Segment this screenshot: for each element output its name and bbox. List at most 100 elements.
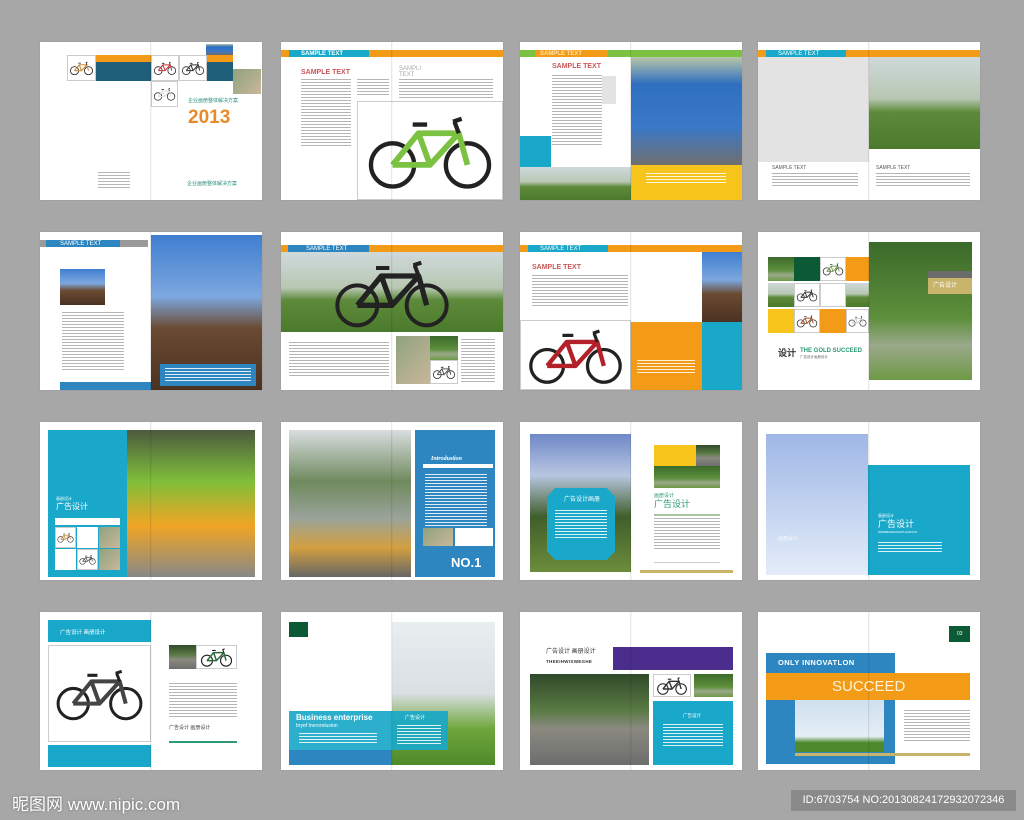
title-cn: 设计 — [778, 348, 797, 358]
intro-heading: Introdustion — [431, 456, 463, 462]
deer-photo — [233, 69, 261, 94]
white-box — [455, 528, 493, 546]
gray-box — [602, 76, 616, 104]
label-box: 广告设计 — [928, 278, 972, 294]
title-en: THE GOLD SUCCEED — [800, 348, 863, 354]
body-text — [289, 342, 389, 378]
white-bar — [55, 518, 120, 525]
business-subtitle: bryef Ineroreluston — [296, 723, 338, 729]
spread-succeed: 03 ONLY INNOVATLON SUCCEED — [758, 612, 980, 770]
heading: SAMPLE TEXT — [301, 69, 351, 76]
spread-sky: 画册设计 画册设计 广告设计 WENBENWAISHITUANXIAN — [758, 422, 980, 580]
orange-block — [631, 322, 702, 390]
small-title: 画册设计 — [56, 496, 72, 501]
label: 广告设计 — [683, 713, 701, 718]
photo — [55, 527, 76, 548]
bicycle-icon — [153, 88, 176, 101]
body-text — [357, 79, 389, 95]
tan-bar — [640, 570, 733, 573]
blue-caption-box — [160, 364, 256, 386]
body-text — [399, 79, 493, 99]
yellow-block — [654, 445, 696, 466]
bike-rack-street-photo — [289, 430, 411, 577]
tab: SAMPLE TEXT — [535, 50, 608, 57]
girl-bike-photo — [795, 700, 884, 752]
body-text — [397, 725, 441, 745]
woman-folding-bike-photo — [530, 674, 649, 765]
blue-panel: Introdustion NO.1 — [415, 430, 495, 577]
photo — [846, 283, 869, 307]
blue-bar — [60, 382, 151, 390]
label: 广告设计 — [405, 715, 426, 721]
woman-cycling-photo — [869, 57, 980, 149]
body-text — [646, 173, 726, 185]
bmx-photo — [702, 252, 742, 322]
orange-band: SUCCEED — [766, 673, 970, 700]
spread-bikes-grass: SAMPLE TEXT — [281, 232, 503, 390]
cyan-footer — [48, 745, 151, 767]
white-bar — [423, 464, 493, 468]
spread-countryside: SAMPLE TEXT SAMPLE TEXT SAMPLE TEXT — [758, 42, 980, 200]
spread-folding-bike: SAMPLE TEXT SAMPLE TEXT SAMPLI TEXT — [281, 42, 503, 200]
bicycle-icon — [368, 116, 492, 189]
site-watermark: 昵图网 www.nipic.com — [12, 795, 181, 814]
subtitle: WENBENWAISHITUANXIAN — [878, 530, 917, 534]
gray-label-bar — [928, 271, 972, 278]
tan-bar — [795, 753, 970, 756]
succeed-headline: SUCCEED — [832, 678, 906, 695]
title: 广告设计 画册设计 — [546, 649, 596, 655]
bicycle-icon — [57, 533, 74, 543]
green-line — [169, 741, 237, 743]
body-text — [876, 173, 970, 187]
yellow-cell — [768, 309, 794, 333]
spread-cover: 企业画册整体解决方案 2013 企业画册整体解决方案 — [40, 42, 262, 200]
photo — [196, 645, 237, 669]
bicycle-icon — [79, 555, 96, 565]
tab-label: SAMPLE TEXT — [540, 246, 582, 252]
tab: SAMPLE TEXT — [766, 50, 846, 57]
cyan-band: Business enterprise bryef Ineroreluston … — [289, 711, 448, 750]
caption: 广告设计 画册设计 — [169, 725, 211, 731]
white-bike-photo — [151, 81, 178, 107]
bicycle-icon — [153, 61, 177, 75]
body-text — [555, 510, 607, 538]
bicycle-icon — [657, 677, 687, 695]
label-text: 广告设计 — [933, 283, 958, 289]
photo — [99, 527, 120, 548]
bike-rack-photo — [127, 430, 255, 577]
cyan-panel: 画册设计 广告设计 WENBENWAISHITUANXIAN — [868, 465, 970, 575]
spread-city-ride: 广告设计 画册设计 THEEIHWISWEGHE 广告设计 — [520, 612, 742, 770]
title: 广告设计 — [878, 519, 915, 529]
green-square — [289, 622, 308, 637]
photo — [653, 674, 691, 697]
bicycle-icon — [432, 365, 456, 379]
spread-business: Business enterprise bryef Ineroreluston … — [281, 612, 503, 770]
title: 广告设计 — [654, 499, 691, 509]
teal-band — [207, 62, 233, 81]
photo — [846, 309, 869, 333]
image-id-label: ID:6703754 NO:20130824172932072346 — [791, 790, 1016, 811]
page-number-label: NO.1 — [451, 555, 482, 570]
subtitle-cn: 广告设计画册设计 — [800, 355, 828, 359]
cyan-panel: 画册设计 广告设计 — [48, 430, 127, 577]
innovation-title: ONLY INNOVATLON — [778, 658, 855, 667]
blue-band — [289, 750, 392, 765]
body-text — [425, 474, 487, 526]
red-bike-photo — [151, 55, 179, 81]
photo — [820, 257, 846, 281]
caption-left: SAMPLE TEXT — [772, 165, 807, 171]
heading-right: SAMPLI TEXT — [399, 66, 422, 78]
body-text — [169, 683, 237, 719]
body-text — [637, 360, 695, 374]
body-text — [301, 79, 351, 147]
purple-bar — [613, 647, 733, 670]
bicycle-icon — [200, 648, 233, 667]
small-title: 画册设计 — [878, 513, 894, 518]
bikes-on-grass-photo — [281, 252, 503, 332]
divider — [654, 514, 720, 516]
bike-photo — [67, 55, 96, 81]
photo — [99, 549, 120, 570]
photo — [169, 645, 196, 669]
tab: SAMPLE TEXT — [528, 245, 608, 252]
body-text — [904, 710, 970, 742]
